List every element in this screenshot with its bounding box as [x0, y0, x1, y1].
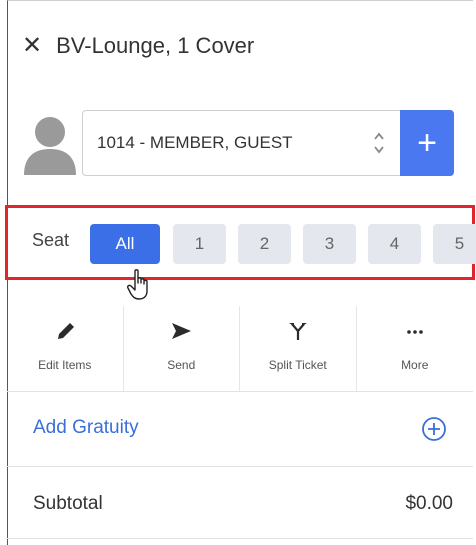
close-icon[interactable]: ✕: [22, 34, 42, 58]
split-icon: [288, 323, 307, 340]
header: ✕ BV-Lounge, 1 Cover: [22, 28, 254, 64]
guest-select[interactable]: 1014 - MEMBER, GUEST +: [82, 110, 454, 176]
subtotal-row: Subtotal $0.00: [7, 466, 473, 539]
guest-select-value: 1014 - MEMBER, GUEST: [97, 133, 293, 152]
more-label: More: [401, 358, 429, 372]
more-button[interactable]: More: [357, 306, 473, 391]
action-bar: Edit Items Send Split Ticket More: [7, 306, 473, 392]
subtotal-value: $0.00: [405, 493, 453, 514]
seat-4-button[interactable]: 4: [368, 224, 421, 264]
updown-icon: [374, 132, 384, 154]
hand-cursor-icon: [127, 269, 148, 300]
add-circle-icon[interactable]: [421, 416, 447, 442]
send-icon: [172, 323, 192, 339]
subtotal-label: Subtotal: [33, 493, 103, 514]
edit-items-button[interactable]: Edit Items: [7, 306, 124, 391]
avatar-icon: [24, 117, 76, 175]
seat-selector: Seat All 1 2 3 4 5: [5, 205, 476, 280]
seat-1-button[interactable]: 1: [173, 224, 226, 264]
seat-label: Seat: [32, 230, 70, 250]
edit-items-label: Edit Items: [38, 358, 92, 372]
add-guest-button[interactable]: +: [400, 110, 454, 176]
add-gratuity-label: Add Gratuity: [33, 417, 139, 438]
more-icon: [406, 330, 423, 334]
page-title: BV-Lounge, 1 Cover: [56, 33, 255, 58]
add-gratuity-row[interactable]: Add Gratuity: [7, 392, 473, 467]
split-ticket-label: Split Ticket: [268, 358, 327, 372]
seat-2-button[interactable]: 2: [238, 224, 291, 264]
split-ticket-button[interactable]: Split Ticket: [240, 306, 357, 391]
seat-5-button[interactable]: 5: [433, 224, 476, 264]
send-label: Send: [167, 358, 196, 372]
seat-all-button[interactable]: All: [90, 224, 160, 264]
seat-3-button[interactable]: 3: [303, 224, 356, 264]
send-button[interactable]: Send: [124, 306, 240, 391]
pencil-icon: [57, 323, 74, 339]
